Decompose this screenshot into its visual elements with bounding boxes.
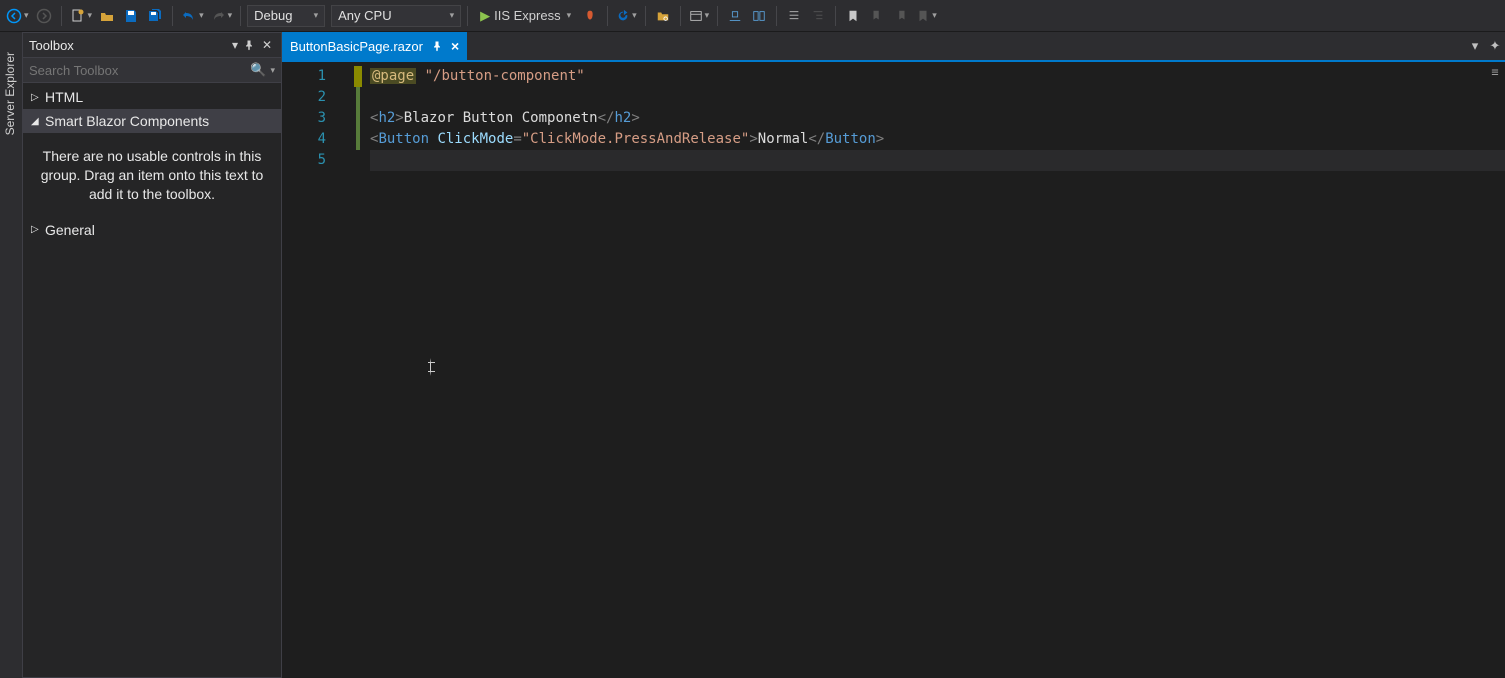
code-token: Button xyxy=(378,131,429,147)
open-file-button[interactable] xyxy=(96,5,118,27)
code-token: = xyxy=(513,131,521,147)
run-target-label: IIS Express xyxy=(494,8,560,23)
platform-label: Any CPU xyxy=(338,8,391,23)
editor-area: ButtonBasicPage.razor × ▾ ✦ 1 2 3 4 5 xyxy=(282,32,1505,678)
code-token: Blazor Button Componetn xyxy=(404,110,598,126)
hot-reload-icon[interactable] xyxy=(579,5,601,27)
text-cursor-icon xyxy=(430,358,431,376)
code-token: Button xyxy=(825,131,876,147)
nav-back-button[interactable]: ▾ xyxy=(4,5,31,27)
left-dock: Server Explorer xyxy=(0,32,22,678)
chevron-right-icon: ▷ xyxy=(31,224,45,235)
tab-filename: ButtonBasicPage.razor xyxy=(290,39,423,54)
code-token: h2 xyxy=(378,110,395,126)
code-token: h2 xyxy=(614,110,631,126)
save-button[interactable] xyxy=(120,5,142,27)
toolbox-empty-message: There are no usable controls in this gro… xyxy=(23,133,281,218)
toolbox-title: Toolbox xyxy=(29,38,74,53)
change-marker-column xyxy=(354,62,362,678)
code-token: > xyxy=(876,131,884,147)
browser-refresh-button[interactable]: ▾ xyxy=(614,5,639,27)
main-toolbar: ▾ ▾ ▾ ▾ Debug ▾ Any CPU ▾ ▶ IIS Express … xyxy=(0,0,1505,32)
code-token: > xyxy=(395,110,403,126)
code-editor[interactable]: 1 2 3 4 5 @page "/button-component" <h2>… xyxy=(282,62,1505,678)
outdent-button[interactable] xyxy=(783,5,805,27)
close-panel-icon[interactable]: ✕ xyxy=(259,38,275,52)
line-number: 2 xyxy=(282,87,326,108)
code-token: @page xyxy=(370,68,416,84)
platform-combo[interactable]: Any CPU ▾ xyxy=(331,5,461,27)
line-number: 4 xyxy=(282,129,326,150)
line-number: 3 xyxy=(282,108,326,129)
code-token: </ xyxy=(598,110,615,126)
server-explorer-tab[interactable]: Server Explorer xyxy=(0,46,22,141)
toolbox-panel: Toolbox ▾ ✕ 🔍 ▾ ▷ HTML ◢ Smart Blazor Co… xyxy=(22,32,282,678)
run-button[interactable]: ▶ IIS Express ▾ xyxy=(474,5,577,27)
search-options-icon[interactable]: ▾ xyxy=(270,65,275,76)
window-options-icon[interactable]: ▾ xyxy=(227,38,243,52)
new-item-button[interactable]: ▾ xyxy=(68,5,95,27)
code-token: Normal xyxy=(758,131,809,147)
search-icon[interactable]: 🔍 xyxy=(250,62,266,78)
toolbox-item-label: General xyxy=(45,222,95,238)
code-token: > xyxy=(631,110,639,126)
step-into-icon[interactable] xyxy=(724,5,746,27)
find-in-files-button[interactable] xyxy=(652,5,674,27)
toolbox-item-label: Smart Blazor Components xyxy=(45,113,209,129)
undo-button[interactable]: ▾ xyxy=(179,5,206,27)
tab-scroll-icon[interactable]: ▾ xyxy=(1465,32,1485,60)
bookmark-prev-icon[interactable] xyxy=(866,5,888,27)
split-editor-icon[interactable]: ≡ xyxy=(1485,62,1505,82)
pin-icon[interactable] xyxy=(243,39,259,51)
bookmark-next-icon[interactable] xyxy=(890,5,912,27)
code-token: > xyxy=(749,131,757,147)
bookmark-button[interactable] xyxy=(842,5,864,27)
toolbox-item-html[interactable]: ▷ HTML xyxy=(23,85,281,109)
line-number: 5 xyxy=(282,150,326,171)
tab-pin-icon[interactable] xyxy=(431,40,443,52)
chevron-right-icon: ▷ xyxy=(31,92,45,103)
line-gutter: 1 2 3 4 5 xyxy=(282,62,354,678)
indent-button[interactable] xyxy=(807,5,829,27)
toolbox-search-input[interactable] xyxy=(29,63,250,78)
toolbox-item-general[interactable]: ▷ General xyxy=(23,218,281,242)
nav-forward-button[interactable] xyxy=(33,5,55,27)
redo-button[interactable]: ▾ xyxy=(208,5,235,27)
tab-settings-icon[interactable]: ✦ xyxy=(1485,32,1505,60)
step-over-icon[interactable] xyxy=(748,5,770,27)
toolbox-header: Toolbox ▾ ✕ xyxy=(23,33,281,57)
toolbox-search[interactable]: 🔍 ▾ xyxy=(23,57,281,83)
configuration-combo[interactable]: Debug ▾ xyxy=(247,5,325,27)
chevron-down-icon: ◢ xyxy=(31,116,45,127)
line-number: 1 xyxy=(282,66,326,87)
code-token: </ xyxy=(808,131,825,147)
code-lines[interactable]: @page "/button-component" <h2>Blazor But… xyxy=(362,62,1505,678)
toolbox-item-label: HTML xyxy=(45,89,83,105)
configuration-label: Debug xyxy=(254,8,292,23)
code-token: "ClickMode.PressAndRelease" xyxy=(522,131,750,147)
browser-link-button[interactable]: ▾ xyxy=(687,5,712,27)
tab-close-icon[interactable]: × xyxy=(451,38,459,54)
document-tabs: ButtonBasicPage.razor × ▾ ✦ xyxy=(282,32,1505,60)
toolbox-tree: ▷ HTML ◢ Smart Blazor Components There a… xyxy=(23,83,281,677)
toolbox-item-smart-blazor[interactable]: ◢ Smart Blazor Components xyxy=(23,109,281,133)
save-all-button[interactable] xyxy=(144,5,166,27)
code-token: "/button-component" xyxy=(425,68,585,84)
code-token: ClickMode xyxy=(437,131,513,147)
tab-active[interactable]: ButtonBasicPage.razor × xyxy=(282,32,467,60)
bookmark-clear-icon[interactable]: ▾ xyxy=(914,5,939,27)
